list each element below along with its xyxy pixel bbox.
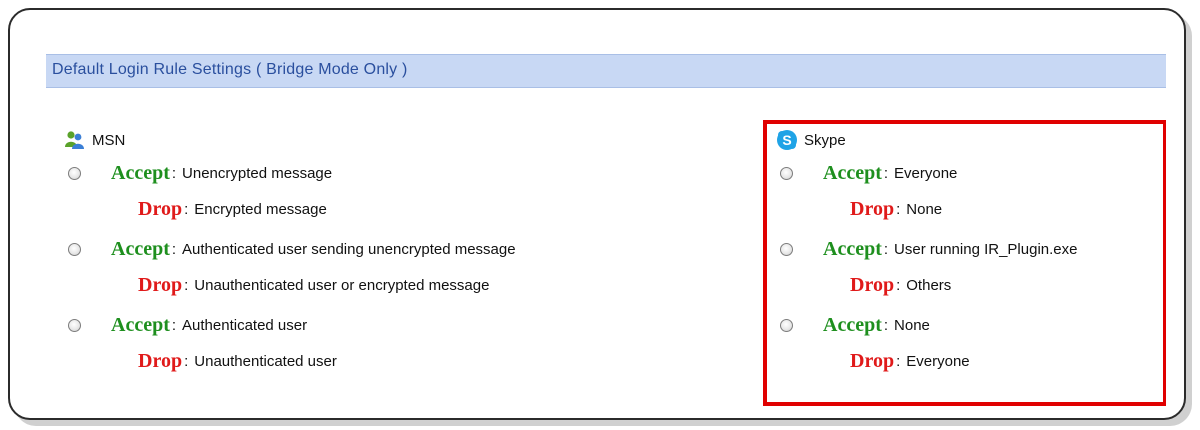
msn-rule-option: Accept: Authenticated user sending unencr… [64,230,754,306]
separator: : [883,316,889,334]
msn-header: MSN [64,126,754,154]
accept-line: Accept: Authenticated user sending unencr… [64,234,516,264]
separator: : [184,352,189,370]
drop-line: Drop: None [850,194,942,224]
separator: : [184,200,189,218]
skype-label: Skype [804,131,846,149]
skype-rule-2-radio[interactable] [780,242,793,256]
accept-description: Unencrypted message [182,164,333,182]
accept-line: Accept: Authenticated user [64,310,307,340]
drop-keyword: Drop [138,273,183,296]
drop-line: Drop: Encrypted message [138,194,327,224]
accept-line: Accept: None [776,310,930,340]
accept-description: Authenticated user [182,316,308,334]
accept-description: User running IR_Plugin.exe [894,240,1078,258]
accept-keyword: Accept [111,237,170,260]
accept-keyword: Accept [823,237,882,260]
msn-rule-2-radio[interactable] [68,242,81,256]
skype-rule-option: Accept: User running IR_Plugin.exe Drop: O… [776,230,1166,306]
skype-rule-option: Accept: None Drop: Everyone [776,306,1166,382]
login-rule-panel: Default Login Rule Settings ( Bridge Mod… [46,48,1166,406]
msn-column: MSN Accept: Unencrypted message Drop: Encr… [64,126,754,382]
accept-description: Authenticated user sending unencrypted m… [182,240,516,258]
skype-logo-icon: S [776,129,798,151]
accept-keyword: Accept [111,313,170,336]
msn-buddy-icon [64,129,86,151]
section-header: Default Login Rule Settings ( Bridge Mod… [46,54,1166,88]
svg-text:S: S [782,132,791,148]
separator: : [896,276,901,294]
separator: : [171,240,177,258]
skype-rule-option: Accept: Everyone Drop: None [776,154,1166,230]
separator: : [883,164,889,182]
screenshot-frame: Default Login Rule Settings ( Bridge Mod… [8,8,1186,420]
drop-line: Drop: Others [850,270,951,300]
drop-description: None [906,200,943,218]
accept-keyword: Accept [823,161,882,184]
separator: : [883,240,889,258]
accept-line: Accept: User running IR_Plugin.exe [776,234,1077,264]
separator: : [896,352,901,370]
accept-line: Accept: Everyone [776,158,957,188]
skype-column: S Skype Accept: Everyone Drop: None Accept… [776,126,1166,382]
skype-rule-3-radio[interactable] [780,318,793,332]
msn-rule-3-radio[interactable] [68,318,81,332]
drop-keyword: Drop [850,197,895,220]
drop-line: Drop: Unauthenticated user or encrypted m… [138,270,489,300]
accept-description: None [894,316,930,334]
section-title: Default Login Rule Settings ( Bridge Mod… [52,61,408,78]
accept-description: Everyone [894,164,958,182]
drop-description: Encrypted message [194,200,327,218]
separator: : [171,164,177,182]
accept-keyword: Accept [111,161,170,184]
msn-label: MSN [92,131,126,149]
accept-line: Accept: Unencrypted message [64,158,332,188]
msn-rule-option: Accept: Unencrypted message Drop: Encrypte… [64,154,754,230]
drop-description: Unauthenticated user or encrypted messag… [194,276,490,294]
skype-rule-1-radio[interactable] [780,166,793,180]
separator: : [184,276,189,294]
accept-keyword: Accept [823,313,882,336]
drop-keyword: Drop [138,197,183,220]
separator: : [171,316,177,334]
separator: : [896,200,901,218]
drop-description: Unauthenticated user [194,352,337,370]
drop-description: Others [906,276,952,294]
drop-line: Drop: Everyone [850,346,970,376]
msn-rule-1-radio[interactable] [68,166,81,180]
drop-description: Everyone [906,352,970,370]
drop-keyword: Drop [850,349,895,372]
skype-header: S Skype [776,126,1166,154]
msn-rule-option: Accept: Authenticated user Drop: Unauthent… [64,306,754,382]
drop-keyword: Drop [850,273,895,296]
drop-keyword: Drop [138,349,183,372]
drop-line: Drop: Unauthenticated user [138,346,337,376]
